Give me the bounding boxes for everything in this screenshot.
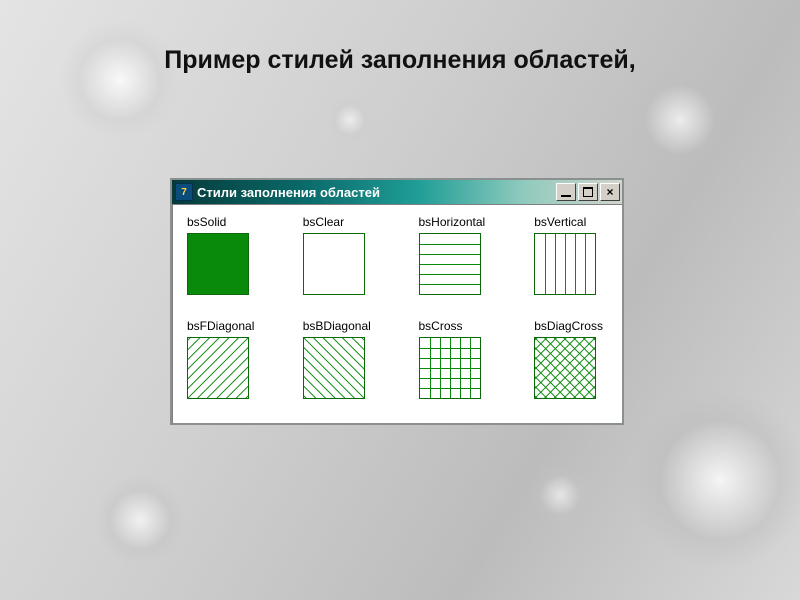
close-icon: × bbox=[606, 186, 613, 198]
swatch-bsHorizontal bbox=[419, 233, 481, 295]
swatch-bsClear bbox=[303, 233, 365, 295]
style-label: bsDiagCross bbox=[534, 319, 608, 333]
style-label: bsCross bbox=[419, 319, 493, 333]
style-cell-bsHorizontal: bsHorizontal bbox=[419, 215, 493, 295]
minimize-icon bbox=[561, 195, 571, 197]
diagonal-lines-icon bbox=[188, 338, 248, 398]
style-cell-bsSolid: bsSolid bbox=[187, 215, 261, 295]
close-button[interactable]: × bbox=[600, 183, 620, 201]
style-label: bsSolid bbox=[187, 215, 261, 229]
style-label: bsClear bbox=[303, 215, 377, 229]
style-cell-bsDiagCross: bsDiagCross bbox=[534, 319, 608, 399]
swatch-bsBDiagonal bbox=[303, 337, 365, 399]
slide-title: Пример стилей заполнения областей, bbox=[0, 46, 800, 75]
client-area: bsSolid bsClear bsHorizontal bsVertical bbox=[172, 204, 622, 423]
style-cell-bsVertical: bsVertical bbox=[534, 215, 608, 295]
styles-row-1: bsSolid bsClear bsHorizontal bsVertical bbox=[187, 215, 608, 295]
swatch-bsDiagCross bbox=[534, 337, 596, 399]
styles-row-2: bsFDiagonal bbox=[187, 319, 608, 399]
minimize-button[interactable] bbox=[556, 183, 576, 201]
swatch-bsFDiagonal bbox=[187, 337, 249, 399]
style-label: bsVertical bbox=[534, 215, 608, 229]
style-label: bsBDiagonal bbox=[303, 319, 377, 333]
diagonal-lines-icon bbox=[304, 338, 364, 398]
style-cell-bsFDiagonal: bsFDiagonal bbox=[187, 319, 261, 399]
swatch-bsCross bbox=[419, 337, 481, 399]
titlebar[interactable]: 7 Стили заполнения областей × bbox=[172, 180, 622, 204]
swatch-bsSolid bbox=[187, 233, 249, 295]
style-label: bsHorizontal bbox=[419, 215, 493, 229]
app-window: 7 Стили заполнения областей × bsSolid bs… bbox=[170, 178, 624, 425]
app-icon: 7 bbox=[175, 183, 193, 201]
style-cell-bsClear: bsClear bbox=[303, 215, 377, 295]
style-cell-bsCross: bsCross bbox=[419, 319, 493, 399]
style-label: bsFDiagonal bbox=[187, 319, 261, 333]
style-cell-bsBDiagonal: bsBDiagonal bbox=[303, 319, 377, 399]
swatch-bsVertical bbox=[534, 233, 596, 295]
window-title: Стили заполнения областей bbox=[197, 185, 554, 200]
maximize-button[interactable] bbox=[578, 183, 598, 201]
maximize-icon bbox=[583, 187, 593, 197]
diagonal-cross-icon bbox=[535, 338, 595, 398]
